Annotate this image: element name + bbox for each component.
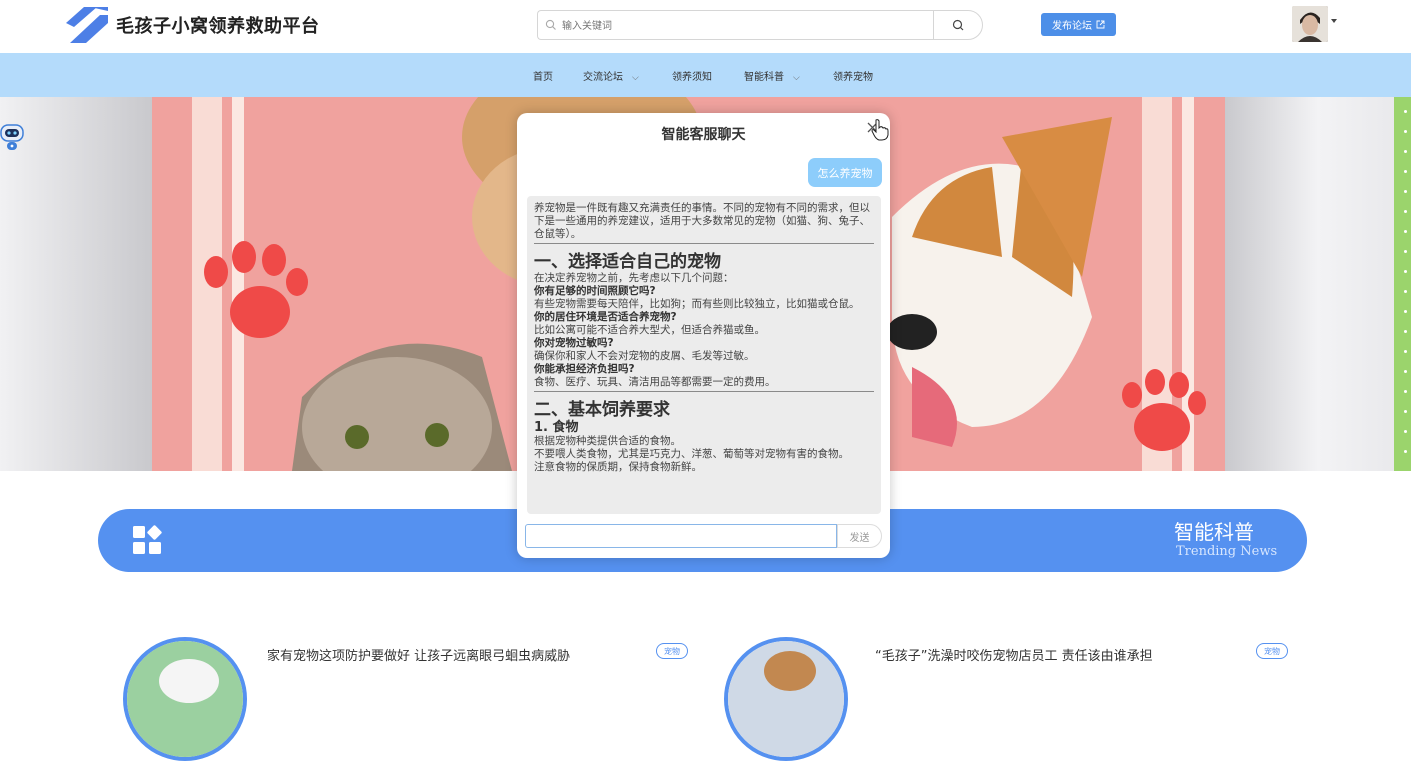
strip-dot <box>1404 410 1407 413</box>
avatar-image <box>1292 6 1328 42</box>
bot-text: 确保你和家人不会对宠物的皮屑、毛发等过敏。 <box>534 350 755 362</box>
divider <box>534 243 874 244</box>
bot-text: 有些宠物需要每天陪伴，比如狗；而有些则比较独立，比如猫或仓鼠。 <box>534 298 860 310</box>
main-nav: 首页 交流论坛 ⌵ 领养须知 智能科普 ⌵ 领养宠物 <box>0 53 1411 97</box>
nav-label: 智能科普 <box>744 72 784 83</box>
bot-message-bubble: 养宠物是一件既有趣又充满责任的事情。不同的宠物有不同的需求，但以下是一些通用的养… <box>527 196 881 514</box>
strip-dot <box>1404 150 1407 153</box>
news-thumbnail-image <box>728 641 844 757</box>
search-button[interactable] <box>933 10 983 40</box>
hand-cursor-icon <box>871 119 889 141</box>
site-title[interactable]: 毛孩子小窝领养救助平台 <box>116 12 320 38</box>
user-avatar[interactable] <box>1292 6 1328 42</box>
nav-item-adopt-pet[interactable]: 领养宠物 <box>833 68 873 83</box>
bot-text: 不要喂人类食物，尤其是巧克力、洋葱、葡萄等对宠物有害的食物。 <box>534 448 849 460</box>
chat-message-input[interactable] <box>525 524 837 548</box>
nav-item-home[interactable]: 首页 <box>533 68 553 83</box>
bot-intro: 养宠物是一件既有趣又充满责任的事情。不同的宠物有不同的需求，但以下是一些通用的养… <box>534 202 870 240</box>
bot-heading: 一、选择适合自己的宠物 <box>534 252 721 272</box>
nav-label: 交流论坛 <box>583 72 623 83</box>
strip-dot <box>1404 230 1407 233</box>
banner-side-right <box>1225 97 1411 471</box>
external-link-icon <box>1096 20 1105 29</box>
chevron-down-icon: ⌵ <box>632 73 639 83</box>
strip-dot <box>1404 310 1407 313</box>
avatar-dropdown-caret[interactable] <box>1331 19 1337 23</box>
chat-dialog: 智能客服聊天 怎么养宠物 养宠物是一件既有趣又充满责任的事情。不同的宠物有不同的… <box>517 113 890 558</box>
nav-item-adoption-notice[interactable]: 领养须知 <box>672 68 712 83</box>
strip-dot <box>1404 130 1407 133</box>
bot-question: 你的居住环境是否适合养宠物? <box>534 311 677 323</box>
apps-grid-icon <box>133 525 162 554</box>
search-box <box>537 10 933 41</box>
strip-dot <box>1404 250 1407 253</box>
bot-text: 食物、医疗、玩具、清洁用品等都需要一定的费用。 <box>534 376 776 388</box>
news-tag[interactable]: 宠物 <box>1256 643 1288 659</box>
strip-dot <box>1404 430 1407 433</box>
send-button[interactable]: 发送 <box>837 524 882 548</box>
search-icon <box>545 19 556 30</box>
bot-text: 在决定养宠物之前，先考虑以下几个问题： <box>534 272 734 284</box>
section-title: 智能科普 <box>1174 520 1254 544</box>
bot-text: 比如公寓可能不适合养大型犬，但适合养猫或鱼。 <box>534 324 765 336</box>
nav-label: 首页 <box>533 72 553 83</box>
banner-side-left <box>0 97 155 471</box>
search-input[interactable] <box>560 11 924 41</box>
nav-label: 领养须知 <box>672 72 712 83</box>
strip-dot <box>1404 390 1407 393</box>
strip-dot <box>1404 350 1407 353</box>
strip-dot <box>1404 330 1407 333</box>
chat-title: 智能客服聊天 <box>661 127 746 143</box>
strip-dot <box>1404 190 1407 193</box>
robot-assistant-icon[interactable] <box>0 122 24 152</box>
strip-dot <box>1404 270 1407 273</box>
publish-forum-button[interactable]: 发布论坛 <box>1041 13 1116 36</box>
strip-dot <box>1404 370 1407 373</box>
bot-question: 你有足够的时间照顾它吗? <box>534 285 656 297</box>
section-subtitle: Trending News <box>1176 544 1278 559</box>
strip-dot <box>1404 290 1407 293</box>
search-icon <box>952 19 964 31</box>
news-thumbnail-image <box>127 641 243 757</box>
news-thumbnail[interactable] <box>123 637 247 761</box>
news-title[interactable]: 家有宠物这项防护要做好 让孩子远离眼弓蛔虫病威胁 <box>267 645 570 664</box>
strip-dot <box>1404 110 1407 113</box>
news-thumbnail[interactable] <box>724 637 848 761</box>
bot-text: 根据宠物种类提供合适的食物。 <box>534 435 681 447</box>
strip-dot <box>1404 450 1407 453</box>
nav-label: 领养宠物 <box>833 72 873 83</box>
divider <box>534 391 874 392</box>
nav-item-science[interactable]: 智能科普 ⌵ <box>744 68 800 83</box>
side-decoration-strip <box>1394 97 1411 471</box>
logo-mark-icon[interactable] <box>64 5 110 45</box>
user-message-bubble: 怎么养宠物 <box>808 158 882 187</box>
strip-dot <box>1404 210 1407 213</box>
bot-text: 注意食物的保质期，保持食物新鲜。 <box>534 461 702 473</box>
chevron-down-icon: ⌵ <box>793 73 800 83</box>
news-title[interactable]: “毛孩子”洗澡时咬伤宠物店员工 责任该由谁承担 <box>875 645 1153 664</box>
publish-forum-label: 发布论坛 <box>1052 21 1092 32</box>
strip-dot <box>1404 170 1407 173</box>
bot-heading: 二、基本饲养要求 <box>534 400 670 420</box>
news-tag[interactable]: 宠物 <box>656 643 688 659</box>
bot-question: 你能承担经济负担吗? <box>534 363 635 375</box>
top-header: 毛孩子小窝领养救助平台 发布论坛 <box>0 0 1411 53</box>
nav-item-forum[interactable]: 交流论坛 ⌵ <box>583 68 639 83</box>
bot-question: 你对宠物过敏吗? <box>534 337 614 349</box>
bot-subheading: 1. 食物 <box>534 420 579 435</box>
